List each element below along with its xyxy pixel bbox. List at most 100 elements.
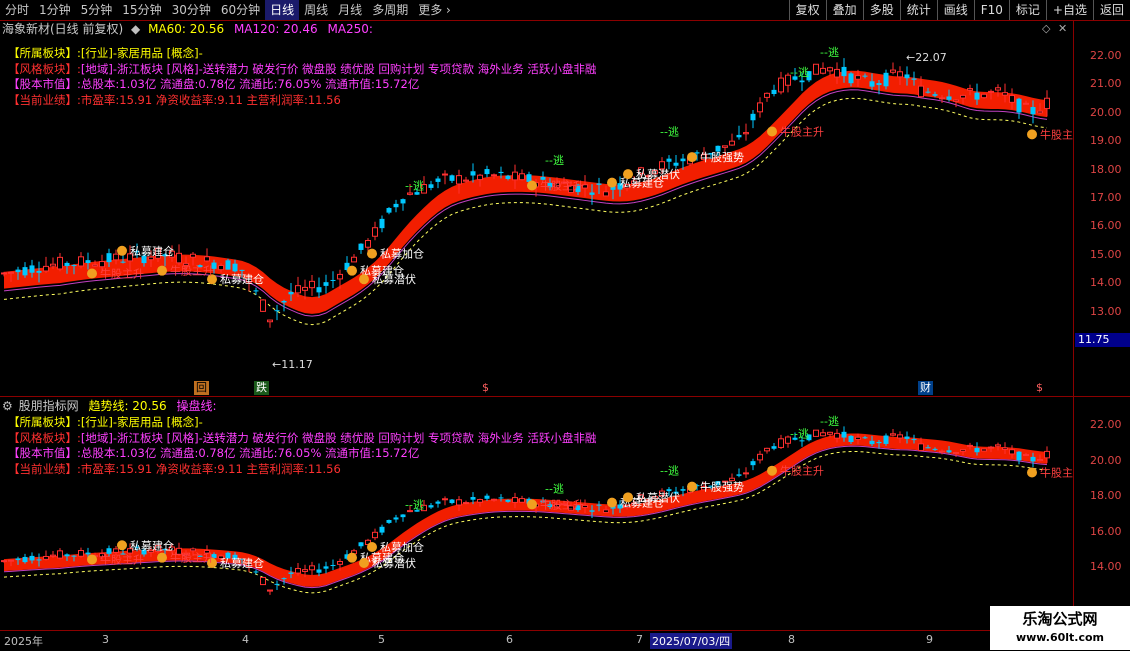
candle-body: [267, 589, 273, 592]
candle-body: [43, 555, 49, 560]
candle-body: [834, 68, 840, 78]
escape-signal: --逃: [405, 498, 424, 511]
toolbar-button[interactable]: 多股: [862, 0, 900, 20]
candle-body: [995, 87, 1001, 91]
escape-signal: --逃: [820, 46, 839, 59]
candle-body: [862, 437, 868, 439]
toolbar-button[interactable]: 叠加: [825, 0, 863, 20]
candle-body: [57, 256, 63, 270]
period-tab[interactable]: 5分钟: [76, 0, 118, 20]
signal-icon: [367, 248, 377, 259]
candle-body: [862, 75, 868, 77]
date-tick-label: 8: [788, 633, 795, 646]
period-tab[interactable]: 月线: [333, 0, 367, 20]
candle-body: [274, 310, 280, 312]
candle-body: [750, 461, 756, 466]
candle-body: [974, 447, 980, 453]
candle-body: [848, 73, 854, 84]
event-marker[interactable]: 跌: [254, 381, 269, 395]
candle-body: [512, 171, 518, 181]
low-label: ←11.17: [272, 358, 313, 371]
toolbar-button[interactable]: +自选: [1045, 0, 1093, 20]
candle-body: [799, 440, 805, 442]
period-tab[interactable]: 30分钟: [167, 0, 216, 20]
candle-body: [512, 497, 518, 503]
signal-icon: [687, 481, 697, 492]
escape-signal: --逃: [405, 179, 424, 192]
period-tab[interactable]: 多周期: [367, 0, 413, 20]
candle-body: [449, 175, 455, 181]
date-tick-label: 9: [926, 633, 933, 646]
candle-body: [484, 495, 490, 499]
toolbar-button[interactable]: 返回: [1092, 0, 1130, 20]
signal-icon: [767, 126, 777, 137]
signal-label: 私募建仓: [130, 538, 174, 552]
candle-body: [281, 578, 287, 580]
candle-body: [64, 554, 70, 557]
signal-icon: [527, 499, 537, 510]
period-tab[interactable]: 60分钟: [216, 0, 265, 20]
candle-body: [309, 565, 315, 571]
period-tab[interactable]: 15分钟: [117, 0, 166, 20]
candle-body: [967, 88, 973, 91]
candle-body: [498, 171, 504, 174]
candle-body: [316, 569, 322, 573]
candle-body: [519, 173, 525, 181]
period-tab[interactable]: 分时: [0, 0, 34, 20]
period-tab[interactable]: 周线: [299, 0, 333, 20]
signal-label: 私募建仓: [220, 272, 264, 286]
candle-body: [29, 265, 35, 273]
toolbar-button[interactable]: 复权: [788, 0, 826, 20]
candle-body: [771, 446, 777, 449]
toolbar-button[interactable]: 统计: [899, 0, 937, 20]
candle-body: [64, 262, 70, 267]
event-marker[interactable]: $: [480, 381, 491, 395]
candle-body: [939, 450, 945, 453]
candle-body: [764, 92, 770, 98]
period-tab[interactable]: 日线: [265, 0, 300, 20]
period-tab[interactable]: 1分钟: [34, 0, 76, 20]
candle-body: [890, 69, 896, 73]
period-tab[interactable]: 更多 ›: [413, 0, 456, 20]
escape-signal: --逃: [545, 154, 564, 167]
event-marker[interactable]: 财: [918, 381, 933, 395]
candle-body: [911, 78, 917, 80]
signal-label: 私募潜伏: [372, 272, 416, 286]
toolbar-button[interactable]: 画线: [936, 0, 974, 20]
candle-body: [309, 280, 315, 289]
candle-body: [36, 559, 42, 561]
sub-indicator-chart[interactable]: 私募建仓私募建仓 私募建仓私募加仓私募潜伏私募建仓私募潜伏牛股主升 牛股主升牛股主升…: [0, 397, 1073, 630]
signal-label: 牛股主升: [170, 551, 214, 565]
toolbar-button[interactable]: 标记: [1008, 0, 1046, 20]
candle-body: [57, 550, 63, 559]
candle-body: [764, 447, 770, 452]
event-marker[interactable]: $: [1034, 381, 1045, 395]
main-candlestick-chart[interactable]: 私募建仓私募建仓私募建仓私募加仓私募潜伏私募建仓私募潜伏牛股主升 牛股主升牛股主升…: [0, 20, 1073, 396]
signal-icon: [367, 542, 377, 553]
candle-body: [596, 504, 602, 506]
candle-body: [995, 444, 1001, 447]
candle-body: [1030, 107, 1036, 115]
candle-body: [71, 555, 77, 557]
watermark-url: www.60lt.com: [1015, 631, 1105, 644]
candle-body: [834, 432, 840, 439]
date-tick-label: 6: [506, 633, 513, 646]
candle-body: [442, 498, 448, 501]
signal-icon: [359, 274, 369, 285]
candle-body: [85, 260, 91, 264]
event-marker[interactable]: 回: [194, 381, 209, 395]
candle-body: [960, 449, 966, 452]
candle-body: [218, 265, 224, 271]
candle-body: [379, 218, 385, 229]
candle-body: [379, 526, 385, 533]
candle-body: [456, 499, 462, 506]
candle-body: [757, 102, 763, 113]
candle-body: [43, 265, 49, 272]
signal-label: 牛股主升: [1040, 465, 1073, 479]
toolbar-button[interactable]: F10: [973, 0, 1009, 20]
ma120-line: [3, 89, 1048, 317]
candle-body: [323, 566, 329, 569]
candle-body: [890, 433, 896, 436]
candle-body: [897, 71, 903, 78]
candle-body: [302, 569, 308, 572]
